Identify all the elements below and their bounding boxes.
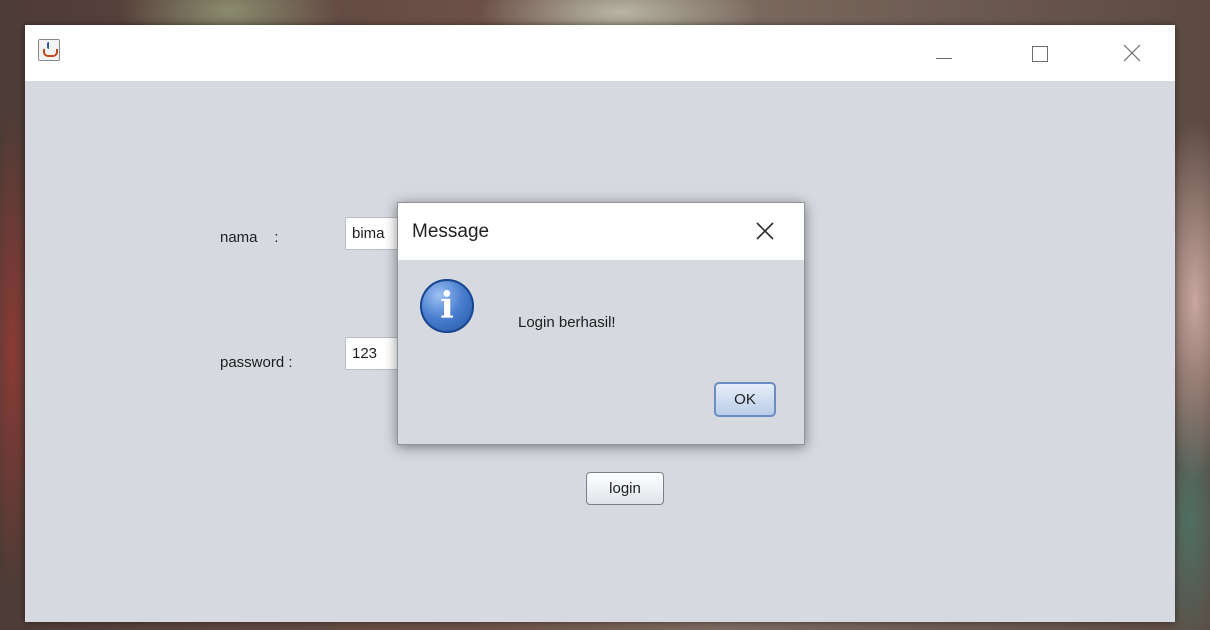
maximize-button[interactable]: [1017, 25, 1063, 81]
dialog-titlebar[interactable]: Message: [398, 203, 804, 260]
maximize-icon: [1032, 46, 1048, 62]
message-dialog: Message i Login berhasil! OK: [397, 202, 805, 445]
login-button[interactable]: login: [586, 472, 664, 505]
info-icon: i: [420, 279, 474, 333]
password-label: password :: [220, 354, 293, 371]
java-cup-icon[interactable]: [38, 39, 60, 61]
minimize-icon: [936, 58, 952, 59]
minimize-button[interactable]: [921, 25, 967, 81]
close-button[interactable]: [1109, 25, 1155, 81]
dialog-close-icon[interactable]: [754, 220, 776, 242]
close-icon: [1123, 44, 1141, 62]
ok-button[interactable]: OK: [714, 382, 776, 417]
dialog-title: Message: [412, 221, 490, 242]
nama-label: nama :: [220, 229, 279, 246]
dialog-message: Login berhasil!: [518, 314, 616, 331]
window-titlebar[interactable]: [25, 25, 1175, 81]
